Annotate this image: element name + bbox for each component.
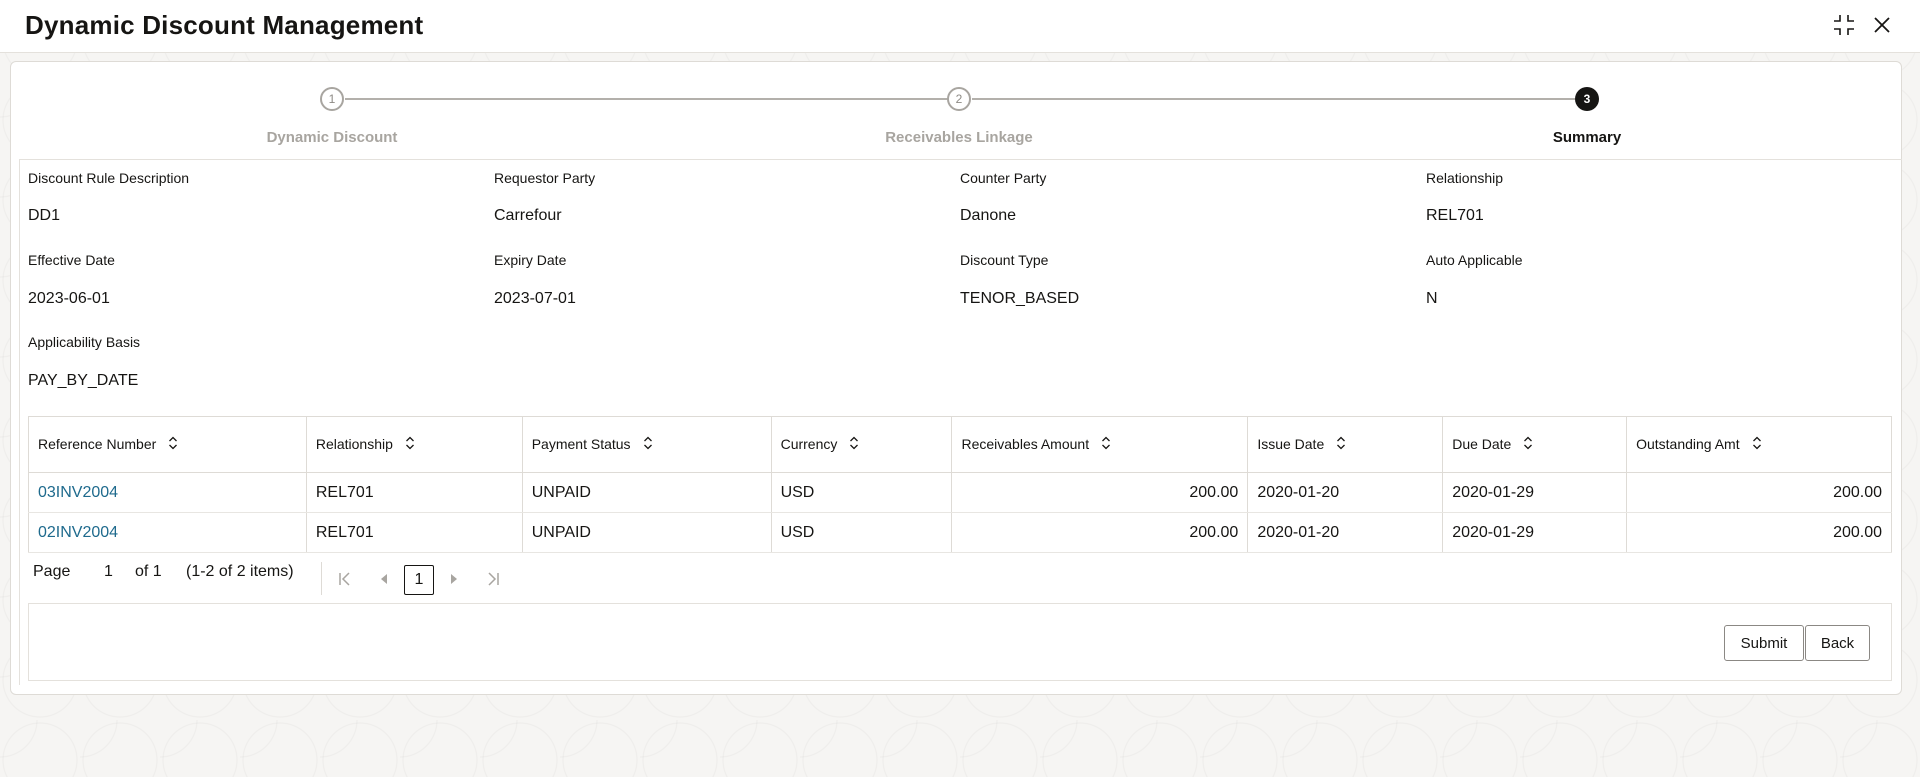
step-connector (972, 98, 1575, 100)
sort-icon[interactable] (1752, 436, 1762, 453)
effective-date-label: Effective Date (28, 252, 115, 268)
step-2-circle[interactable]: 2 (947, 87, 971, 111)
table-cell: 2020-01-20 (1247, 512, 1444, 553)
column-header-due-date[interactable]: Due Date (1442, 416, 1628, 473)
submit-button[interactable]: Submit (1724, 625, 1804, 661)
sort-icon[interactable] (1523, 436, 1533, 453)
last-page-icon[interactable] (483, 569, 503, 589)
table-cell: UNPAID (522, 512, 772, 553)
page-of-label: of 1 (135, 563, 162, 580)
back-button[interactable]: Back (1805, 625, 1870, 661)
column-header-currency[interactable]: Currency (771, 416, 953, 473)
discount-type-value: TENOR_BASED (960, 290, 1080, 307)
relationship-label: Relationship (1426, 170, 1504, 186)
table-cell: UNPAID (522, 472, 772, 513)
column-header-reference-number[interactable]: Reference Number (28, 416, 307, 473)
applicability-basis-value: PAY_BY_DATE (28, 372, 139, 389)
relationship-value: REL701 (1426, 207, 1484, 224)
sort-icon[interactable] (1101, 436, 1111, 453)
reference-number-link[interactable]: 03INV2004 (28, 472, 307, 513)
table-cell: 200.00 (951, 512, 1249, 553)
applicability-basis-label: Applicability Basis (28, 334, 141, 350)
close-icon[interactable] (1867, 10, 1897, 40)
auto-applicable-label: Auto Applicable (1426, 252, 1523, 268)
page-input[interactable]: 1 (104, 563, 113, 581)
column-header-receivables-amount[interactable]: Receivables Amount (951, 416, 1249, 473)
expiry-date-value: 2023-07-01 (494, 290, 576, 307)
table-header-row: Reference Number Relationship Payment St… (28, 416, 1892, 473)
pagination-divider (321, 562, 322, 595)
step-1-circle[interactable]: 1 (320, 87, 344, 111)
step-1-label[interactable]: Dynamic Discount (182, 129, 482, 146)
column-header-payment-status[interactable]: Payment Status (522, 416, 772, 473)
column-header-issue-date[interactable]: Issue Date (1247, 416, 1444, 473)
previous-page-icon[interactable] (374, 569, 394, 589)
page-title: Dynamic Discount Management (25, 10, 424, 40)
requestor-party-label: Requestor Party (494, 170, 596, 186)
discount-type-label: Discount Type (960, 252, 1049, 268)
table-row: 02INV2004 REL701 UNPAID USD 200.00 2020-… (28, 512, 1892, 553)
action-bar (28, 603, 1892, 681)
first-page-icon[interactable] (335, 569, 355, 589)
reference-number-link[interactable]: 02INV2004 (28, 512, 307, 553)
table-cell: USD (771, 512, 953, 553)
table-cell: 2020-01-29 (1442, 472, 1628, 513)
page-label: Page (33, 563, 71, 580)
effective-date-value: 2023-06-01 (28, 290, 110, 307)
sort-icon[interactable] (643, 436, 653, 453)
current-page-button[interactable]: 1 (404, 565, 434, 595)
table-cell: REL701 (306, 512, 523, 553)
sort-icon[interactable] (849, 436, 859, 453)
discount-rule-description-label: Discount Rule Description (28, 170, 190, 186)
table-cell: 200.00 (1626, 512, 1892, 553)
page-header: Dynamic Discount Management (0, 0, 1920, 53)
auto-applicable-value: N (1426, 290, 1438, 307)
counter-party-value: Danone (960, 207, 1017, 224)
next-page-icon[interactable] (444, 569, 464, 589)
step-3-label[interactable]: Summary (1437, 129, 1737, 146)
table-cell: 200.00 (951, 472, 1249, 513)
requestor-party-value: Carrefour (494, 207, 562, 224)
table-cell: USD (771, 472, 953, 513)
sort-icon[interactable] (168, 436, 178, 453)
table-cell: 2020-01-29 (1442, 512, 1628, 553)
table-row: 03INV2004 REL701 UNPAID USD 200.00 2020-… (28, 472, 1892, 513)
column-header-outstanding-amt[interactable]: Outstanding Amt (1626, 416, 1892, 473)
step-3-circle[interactable]: 3 (1575, 87, 1599, 111)
discount-rule-description-value: DD1 (28, 207, 61, 224)
expiry-date-label: Expiry Date (494, 252, 567, 268)
counter-party-label: Counter Party (960, 170, 1047, 186)
sort-icon[interactable] (405, 436, 415, 453)
step-2-label[interactable]: Receivables Linkage (809, 129, 1109, 146)
column-header-relationship[interactable]: Relationship (306, 416, 523, 473)
step-connector (345, 98, 948, 100)
items-count-label: (1-2 of 2 items) (186, 563, 294, 580)
receivables-table: Reference Number Relationship Payment St… (28, 416, 1892, 553)
collapse-icon[interactable] (1829, 10, 1859, 40)
table-cell: 2020-01-20 (1247, 472, 1444, 513)
table-cell: REL701 (306, 472, 523, 513)
table-cell: 200.00 (1626, 472, 1892, 513)
sort-icon[interactable] (1336, 436, 1346, 453)
